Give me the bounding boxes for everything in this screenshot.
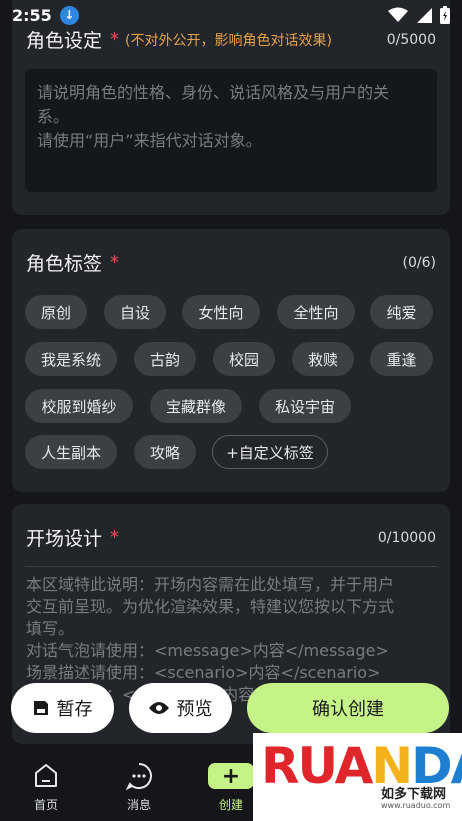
persona-placeholder-line: 系。	[37, 107, 70, 126]
download-badge-icon: ↓	[59, 5, 79, 25]
opening-placeholder-line: 本区域特此说明：开场内容需在此处填写，并于用户	[26, 575, 395, 594]
opening-placeholder-line: 对话气泡请使用：<message>内容</message>	[26, 641, 389, 660]
tag-chip[interactable]: 自设	[104, 295, 166, 329]
tag-chip[interactable]: 全性向	[277, 295, 355, 329]
tag-chip[interactable]: 校服到婚纱	[25, 389, 133, 423]
tag-chip[interactable]: 纯爱	[370, 295, 433, 329]
nav-home[interactable]: 首页	[16, 760, 76, 813]
opening-placeholder-line: 交互前呈现。为优化渲染效果，特建议您按以下方式	[26, 597, 395, 616]
persona-input[interactable]: 请说明角色的性格、身份、说话风格及与用户的关 系。 请使用“用户”来指代对话对象…	[25, 69, 437, 192]
wifi-icon	[388, 7, 408, 22]
home-icon	[16, 760, 76, 792]
tag-chip[interactable]: 私设宇宙	[259, 389, 351, 423]
save-icon	[33, 700, 49, 716]
tag-chip[interactable]: 校园	[213, 342, 275, 376]
message-icon	[109, 760, 169, 792]
status-bar: 2:55 ↓	[0, 0, 462, 30]
divider	[25, 566, 437, 567]
confirm-create-button[interactable]: 确认创建	[247, 683, 449, 733]
watermark-sub: 如多下载网	[381, 787, 447, 802]
tag-chip[interactable]: 攻略	[134, 435, 196, 469]
opening-title: 开场设计	[26, 528, 103, 550]
watermark-url: www.ruaduo.com	[381, 801, 451, 810]
opening-header: 开场设计 * 0/10000	[26, 524, 436, 551]
tags-title: 角色标签	[26, 253, 103, 275]
status-icons	[388, 6, 450, 24]
persona-hint: (不对外公开，影响角色对话效果)	[125, 32, 332, 49]
persona-placeholder-line: 请说明角色的性格、身份、说话风格及与用户的关	[37, 83, 390, 102]
preview-label: 预览	[176, 699, 213, 720]
persona-section: 角色设定 * (不对外公开，影响角色对话效果) 0/5000 请说明角色的性格、…	[12, 0, 450, 215]
tag-chip[interactable]: 我是系统	[25, 342, 117, 376]
persona-title: 角色设定	[26, 30, 103, 52]
tags-section: 角色标签 * (0/6) 原创 自设 女性向 全性向 纯爱 我是系统 古韵 校园…	[12, 229, 450, 492]
tags-counter: (0/6)	[402, 254, 436, 271]
persona-header: 角色设定 * (不对外公开，影响角色对话效果) 0/5000	[26, 26, 436, 53]
preview-button[interactable]: 预览	[129, 683, 232, 733]
add-custom-tag-button[interactable]: +自定义标签	[212, 435, 328, 469]
tag-chip[interactable]: 人生副本	[25, 435, 117, 469]
tag-chip[interactable]: 救赎	[292, 342, 354, 376]
persona-counter: 0/5000	[386, 31, 436, 48]
nav-messages-label: 消息	[126, 798, 151, 812]
eye-icon	[148, 701, 169, 715]
tag-chip[interactable]: 女性向	[182, 295, 260, 329]
status-time: 2:55	[12, 5, 52, 25]
nav-home-label: 首页	[33, 798, 58, 812]
save-label: 暂存	[56, 699, 93, 720]
nav-create-label: 创建	[218, 798, 243, 812]
nav-create[interactable]: + 创建	[201, 760, 261, 813]
persona-placeholder-line: 请使用“用户”来指代对话对象。	[37, 131, 262, 150]
opening-counter: 0/10000	[377, 529, 436, 546]
required-mark: *	[110, 29, 120, 50]
nav-messages[interactable]: 消息	[109, 760, 169, 813]
signal-icon	[417, 8, 432, 23]
required-mark: *	[110, 252, 120, 273]
tag-chip[interactable]: 原创	[25, 295, 87, 329]
tag-chip[interactable]: 重逢	[370, 342, 433, 376]
required-mark: *	[110, 527, 120, 548]
tag-chip[interactable]: 宝藏群像	[150, 389, 242, 423]
opening-placeholder-line: 填写。	[26, 619, 75, 638]
watermark-logo: RUANDAO 如多下载网 www.ruaduo.com	[253, 733, 462, 821]
plus-icon: +	[208, 763, 254, 789]
tags-header: 角色标签 * (0/6)	[26, 249, 436, 276]
save-draft-button[interactable]: 暂存	[11, 683, 114, 733]
tag-chip[interactable]: 古韵	[134, 342, 196, 376]
opening-placeholder-line: 场景描述请使用：<scenario>内容</scenario>	[26, 663, 381, 682]
battery-icon	[440, 6, 450, 24]
